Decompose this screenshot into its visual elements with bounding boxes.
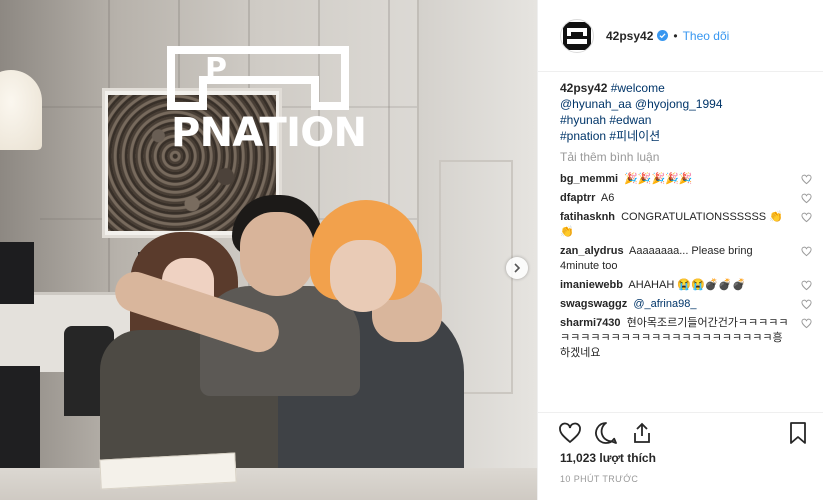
comment-button[interactable]	[594, 421, 618, 445]
comment: zan_alydrus Aaaaaaaa... Please bring 4mi…	[560, 244, 812, 274]
comment: bg_memmi 🎉🎉🎉🎉🎉	[560, 172, 812, 187]
comment-username[interactable]: fatihasknh	[560, 211, 615, 223]
verified-badge-icon	[657, 30, 669, 41]
heart-icon[interactable]	[801, 174, 812, 185]
comment: fatihasknh CONGRATULATIONSSSSSS 👏👏	[560, 210, 812, 240]
heart-icon[interactable]	[801, 318, 812, 329]
heart-icon	[559, 422, 581, 444]
comment-username[interactable]: zan_alydrus	[560, 245, 624, 257]
logo-text: PNATION	[171, 110, 367, 154]
heart-icon[interactable]	[801, 212, 812, 223]
avatar[interactable]	[560, 18, 594, 53]
heart-icon[interactable]	[801, 299, 812, 310]
post-photo[interactable]: P PNATION	[0, 0, 537, 500]
follow-button[interactable]: Theo dõi	[683, 29, 730, 43]
heart-icon[interactable]	[801, 280, 812, 291]
comment-username[interactable]: dfaptrr	[560, 192, 595, 204]
caption-username[interactable]: 42psy42	[560, 81, 607, 95]
post-header: 42psy42 • Theo dõi	[538, 0, 823, 72]
share-icon	[634, 422, 650, 443]
post-caption: 42psy42 #welcome @hyunah_aa @hyojong_199…	[560, 80, 812, 144]
post-actions: 11,023 lượt thích 10 PHÚT TRƯỚC	[538, 412, 823, 500]
caption-hashtag[interactable]: #pnation #피네이션	[560, 129, 660, 143]
pnation-logo: P PNATION	[165, 46, 370, 156]
chevron-right-icon	[514, 263, 521, 273]
comment-username[interactable]: imaniewebb	[560, 279, 623, 291]
save-button[interactable]	[786, 421, 810, 445]
table	[0, 468, 537, 500]
svg-text:P: P	[205, 52, 227, 87]
comment-username[interactable]: swagswaggz	[560, 298, 627, 310]
monitor	[0, 242, 34, 304]
pnation-avatar-logo	[563, 21, 591, 50]
bookmark-icon	[790, 422, 806, 444]
comment: sharmi7430 현아목조르기들어간건가ㅋㅋㅋㅋㅋㅋㅋㅋㅋㅋㅋㅋㅋㅋㅋㅋㅋㅋ…	[560, 316, 812, 361]
comment: imaniewebb AHAHAH 😭😭💣💣💣	[560, 278, 812, 293]
comment-text[interactable]: @_afrina98_	[633, 298, 696, 310]
caption-mentions[interactable]: @hyunah_aa @hyojong_1994	[560, 97, 723, 111]
separator-dot: •	[673, 28, 678, 43]
comments-list[interactable]: 42psy42 #welcome @hyunah_aa @hyojong_199…	[560, 80, 812, 412]
caption-hashtag[interactable]: #welcome	[611, 81, 665, 95]
heart-icon[interactable]	[801, 193, 812, 204]
caption-hashtag[interactable]: #hyunah #edwan	[560, 113, 651, 127]
like-button[interactable]	[558, 421, 582, 445]
action-icons	[558, 421, 810, 445]
lamp	[0, 70, 42, 150]
person-right-face	[330, 240, 396, 312]
comment-text: AHAHAH 😭😭💣💣💣	[628, 279, 746, 291]
comment: dfaptrr A6	[560, 191, 812, 206]
post-timestamp[interactable]: 10 PHÚT TRƯỚC	[560, 474, 638, 484]
post-side-panel: 42psy42 • Theo dõi 42psy42 #welcome @hyu…	[537, 0, 823, 500]
load-more-comments[interactable]: Tải thêm bình luận	[560, 150, 812, 164]
comment-text: A6	[600, 192, 615, 204]
next-photo-button[interactable]	[506, 257, 528, 279]
comment-text: 🎉🎉🎉🎉🎉	[624, 173, 693, 185]
username-link[interactable]: 42psy42	[606, 29, 653, 43]
comment-icon	[595, 422, 617, 444]
heart-icon[interactable]	[801, 246, 812, 257]
person-middle-face	[240, 212, 314, 296]
comment-username[interactable]: sharmi7430	[560, 317, 621, 329]
comment-username[interactable]: bg_memmi	[560, 173, 618, 185]
share-button[interactable]	[630, 421, 654, 445]
likes-count[interactable]: 11,023 lượt thích	[560, 451, 656, 465]
comment: swagswaggz @_afrina98_	[560, 297, 812, 312]
